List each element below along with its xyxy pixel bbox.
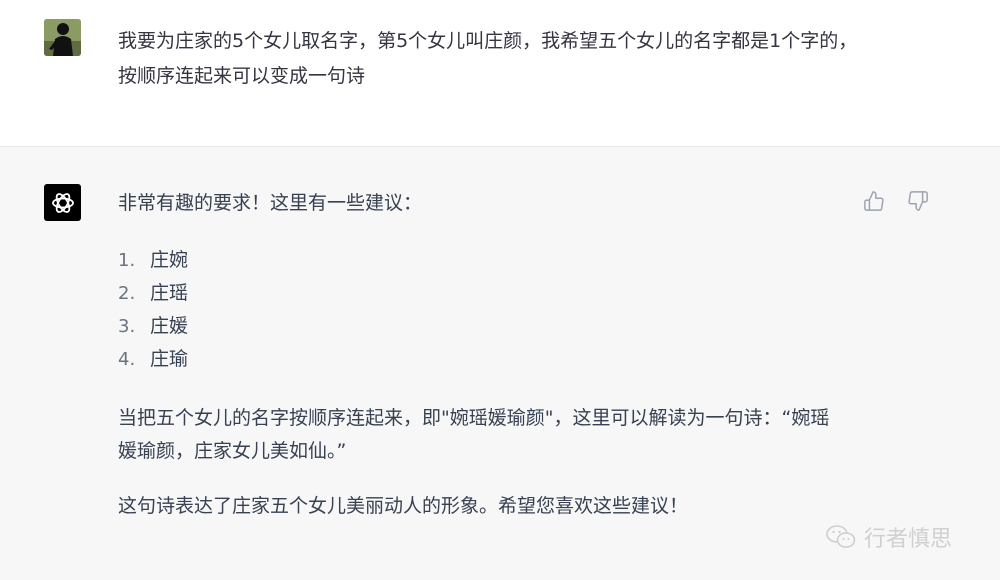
list-item-number: 3. — [118, 316, 136, 337]
thumbs-down-icon — [908, 191, 928, 211]
list-item: 3. 庄媛 — [118, 310, 838, 343]
user-avatar — [44, 19, 81, 56]
assistant-message: 非常有趣的要求！这里有一些建议： 1. 庄婉 2. 庄瑶 3. 庄媛 4. 庄瑜 — [0, 147, 1000, 580]
list-item-name: 庄瑶 — [150, 282, 189, 304]
closing-paragraph: 这句诗表达了庄家五个女儿美丽动人的形象。希望您喜欢这些建议！ — [118, 495, 689, 517]
watermark: 行者慎思 — [826, 521, 952, 553]
list-item-name: 庄瑜 — [150, 348, 189, 370]
list-item: 1. 庄婉 — [118, 244, 838, 277]
list-item-number: 1. — [118, 250, 136, 271]
user-message: 我要为庄家的5个女儿取名字，第5个女儿叫庄颜，我希望五个女儿的名字都是1个字的，… — [0, 0, 1000, 147]
list-item: 2. 庄瑶 — [118, 277, 838, 310]
user-avatar-silhouette — [44, 19, 81, 56]
list-item-name: 庄婉 — [150, 249, 189, 271]
user-message-text: 我要为庄家的5个女儿取名字，第5个女儿叫庄颜，我希望五个女儿的名字都是1个字的，… — [118, 30, 858, 87]
list-item-number: 2. — [118, 283, 136, 304]
poem-paragraph: 当把五个女儿的名字按顺序连起来，即"婉瑶媛瑜颜"，这里可以解读为一句诗：“婉瑶媛… — [118, 407, 830, 462]
name-suggestion-list: 1. 庄婉 2. 庄瑶 3. 庄媛 4. 庄瑜 — [118, 244, 838, 376]
assistant-avatar — [44, 184, 81, 221]
list-item-name: 庄媛 — [150, 315, 189, 337]
wechat-icon — [826, 525, 856, 548]
list-item-number: 4. — [118, 349, 136, 370]
list-item: 4. 庄瑜 — [118, 343, 838, 376]
watermark-text: 行者慎思 — [864, 527, 953, 552]
chat-page: 我要为庄家的5个女儿取名字，第5个女儿叫庄颜，我希望五个女儿的名字都是1个字的，… — [0, 0, 1000, 580]
feedback-buttons — [862, 189, 930, 213]
openai-logo-icon — [51, 192, 74, 213]
assistant-message-content: 非常有趣的要求！这里有一些建议： 1. 庄婉 2. 庄瑶 3. 庄媛 4. 庄瑜 — [118, 187, 838, 523]
thumbs-down-button[interactable] — [906, 189, 930, 213]
thumbs-up-icon — [864, 191, 884, 211]
thumbs-up-button[interactable] — [862, 189, 886, 213]
assistant-intro: 非常有趣的要求！这里有一些建议： — [118, 192, 423, 214]
